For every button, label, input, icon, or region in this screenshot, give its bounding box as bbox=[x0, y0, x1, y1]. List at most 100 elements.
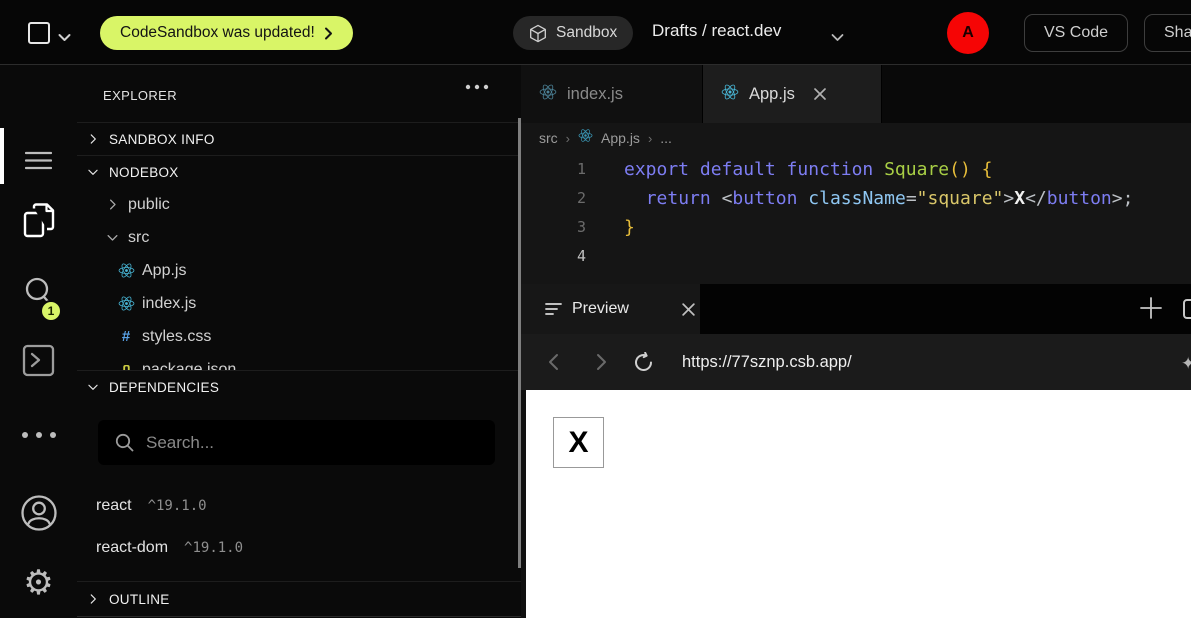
breadcrumb-folder[interactable]: src bbox=[539, 130, 558, 146]
more-views-button[interactable] bbox=[0, 431, 77, 439]
file-item-styles-css[interactable]: #styles.css bbox=[77, 320, 521, 353]
tab-app-js[interactable]: App.js bbox=[703, 65, 882, 123]
close-preview-icon[interactable] bbox=[681, 302, 696, 317]
code-token: X bbox=[1014, 188, 1025, 209]
react-icon bbox=[118, 295, 135, 312]
section-label: SANDBOX INFO bbox=[109, 132, 215, 147]
file-tree: public src App.js index.js#styles.css {} pa… bbox=[77, 188, 521, 370]
dependency-search-input[interactable] bbox=[98, 420, 495, 465]
editor-breadcrumb: src › App.js › ... bbox=[521, 123, 1191, 153]
section-label: DEPENDENCIES bbox=[109, 380, 219, 395]
ellipsis-icon bbox=[465, 84, 489, 90]
rendered-square-button[interactable]: X bbox=[553, 417, 604, 468]
dependency-item-react-dom[interactable]: react-dom ^19.1.0 bbox=[77, 527, 521, 569]
folder-item-public[interactable]: public bbox=[77, 188, 521, 221]
file-item-index-js[interactable]: index.js bbox=[77, 287, 521, 320]
sparkle-icon[interactable]: ✦ bbox=[1181, 354, 1191, 374]
section-outline[interactable]: OUTLINE bbox=[77, 581, 521, 617]
sandbox-type-badge[interactable]: Sandbox bbox=[513, 16, 633, 50]
refresh-button[interactable] bbox=[633, 352, 654, 373]
terminal-view-button[interactable] bbox=[0, 344, 77, 377]
top-bar: CodeSandbox was updated! Sandbox Drafts … bbox=[0, 0, 1191, 65]
dependency-name: react-dom bbox=[96, 539, 168, 557]
folder-item-src[interactable]: src bbox=[77, 221, 521, 254]
section-nodebox[interactable]: NODEBOX bbox=[77, 155, 521, 188]
preview-url[interactable]: https://77sznp.csb.app/ bbox=[682, 353, 852, 372]
project-breadcrumb[interactable]: Drafts / react.dev bbox=[652, 21, 781, 41]
dependency-version: ^19.1.0 bbox=[184, 540, 243, 556]
back-button[interactable] bbox=[548, 353, 559, 371]
code-line[interactable]: 3} bbox=[521, 213, 1191, 242]
breadcrumb-file[interactable]: App.js bbox=[601, 130, 640, 146]
react-icon bbox=[578, 128, 593, 143]
react-icon bbox=[721, 83, 739, 101]
tree-item-label: public bbox=[128, 196, 170, 214]
dependency-item-react[interactable]: react ^19.1.0 bbox=[77, 485, 521, 527]
close-tab-icon[interactable] bbox=[813, 87, 827, 101]
code-token: button bbox=[1047, 188, 1112, 209]
tab-label: App.js bbox=[749, 85, 795, 104]
workspace-chevron-down-icon[interactable] bbox=[58, 29, 71, 47]
explorer-view-button[interactable] bbox=[0, 203, 77, 239]
code-token: export default function bbox=[624, 159, 884, 180]
breadcrumb-symbol[interactable]: ... bbox=[660, 130, 672, 146]
code-token bbox=[797, 188, 808, 209]
layout-button[interactable] bbox=[1183, 299, 1191, 324]
react-file-icon bbox=[721, 83, 739, 106]
chevron-down-icon bbox=[105, 230, 120, 245]
update-banner-button[interactable]: CodeSandbox was updated! bbox=[100, 16, 353, 50]
tree-item-label: src bbox=[128, 229, 149, 247]
tab-preview[interactable]: Preview bbox=[521, 284, 700, 334]
tree-item-label: styles.css bbox=[142, 328, 211, 346]
tab-index-js[interactable]: index.js bbox=[521, 65, 703, 123]
section-sandbox-info[interactable]: SANDBOX INFO bbox=[77, 122, 521, 155]
add-preview-button[interactable] bbox=[1139, 296, 1163, 325]
code-token: < bbox=[722, 188, 733, 209]
explorer-sidebar: EXPLORER SANDBOX INFO NODEBOX publicsrc … bbox=[77, 65, 521, 618]
code-token: () bbox=[949, 159, 971, 180]
code-line[interactable]: 1 export default function Square() { bbox=[521, 155, 1191, 184]
workspace-logo-icon[interactable] bbox=[28, 22, 50, 44]
preview-tab-bar: Preview bbox=[521, 284, 1191, 334]
line-number: 3 bbox=[521, 213, 586, 242]
react-file-icon bbox=[578, 128, 593, 148]
code-token: > bbox=[1003, 188, 1014, 209]
terminal-icon bbox=[22, 344, 55, 377]
file-item-package-json[interactable]: {} package.json bbox=[77, 353, 521, 370]
chevron-right-icon bbox=[86, 132, 100, 146]
code-token: return bbox=[646, 188, 711, 209]
forward-button[interactable] bbox=[596, 353, 607, 371]
sandbox-badge-label: Sandbox bbox=[556, 24, 617, 42]
code-line[interactable]: 4 bbox=[521, 242, 1191, 271]
react-file-icon bbox=[539, 83, 557, 106]
hamburger-icon bbox=[25, 151, 52, 170]
menu-button[interactable] bbox=[0, 151, 77, 170]
dependency-version: ^19.1.0 bbox=[148, 498, 207, 514]
code-token: { bbox=[982, 159, 993, 180]
chevron-right-icon bbox=[324, 27, 333, 40]
section-dependencies[interactable]: DEPENDENCIES bbox=[77, 370, 521, 403]
code-token: >; bbox=[1112, 188, 1134, 209]
code-token: Square bbox=[884, 159, 949, 180]
explorer-more-button[interactable] bbox=[465, 77, 489, 95]
json-braces-icon: {} bbox=[122, 362, 131, 371]
code-token bbox=[971, 159, 982, 180]
share-button[interactable]: Share bbox=[1144, 14, 1191, 52]
gear-icon: ⚙ bbox=[23, 566, 53, 600]
vscode-button[interactable]: VS Code bbox=[1024, 14, 1128, 52]
tree-item-label: package.json bbox=[142, 361, 236, 371]
active-view-indicator bbox=[0, 128, 4, 184]
file-item-app-js[interactable]: App.js bbox=[77, 254, 521, 287]
user-avatar[interactable]: A bbox=[947, 12, 989, 54]
dependency-name: react bbox=[96, 497, 132, 515]
settings-button[interactable]: ⚙ bbox=[0, 566, 77, 600]
account-icon bbox=[20, 494, 58, 532]
line-number: 1 bbox=[521, 155, 586, 184]
project-chevron-down-icon[interactable] bbox=[831, 29, 844, 47]
code-line[interactable]: 2 return <button className="square">X</b… bbox=[521, 184, 1191, 213]
cube-icon bbox=[529, 24, 547, 43]
search-view-button[interactable] bbox=[0, 276, 77, 308]
code-token: button bbox=[732, 188, 797, 209]
account-button[interactable] bbox=[0, 494, 77, 532]
activity-bar: 1 ⚙ bbox=[0, 65, 77, 618]
